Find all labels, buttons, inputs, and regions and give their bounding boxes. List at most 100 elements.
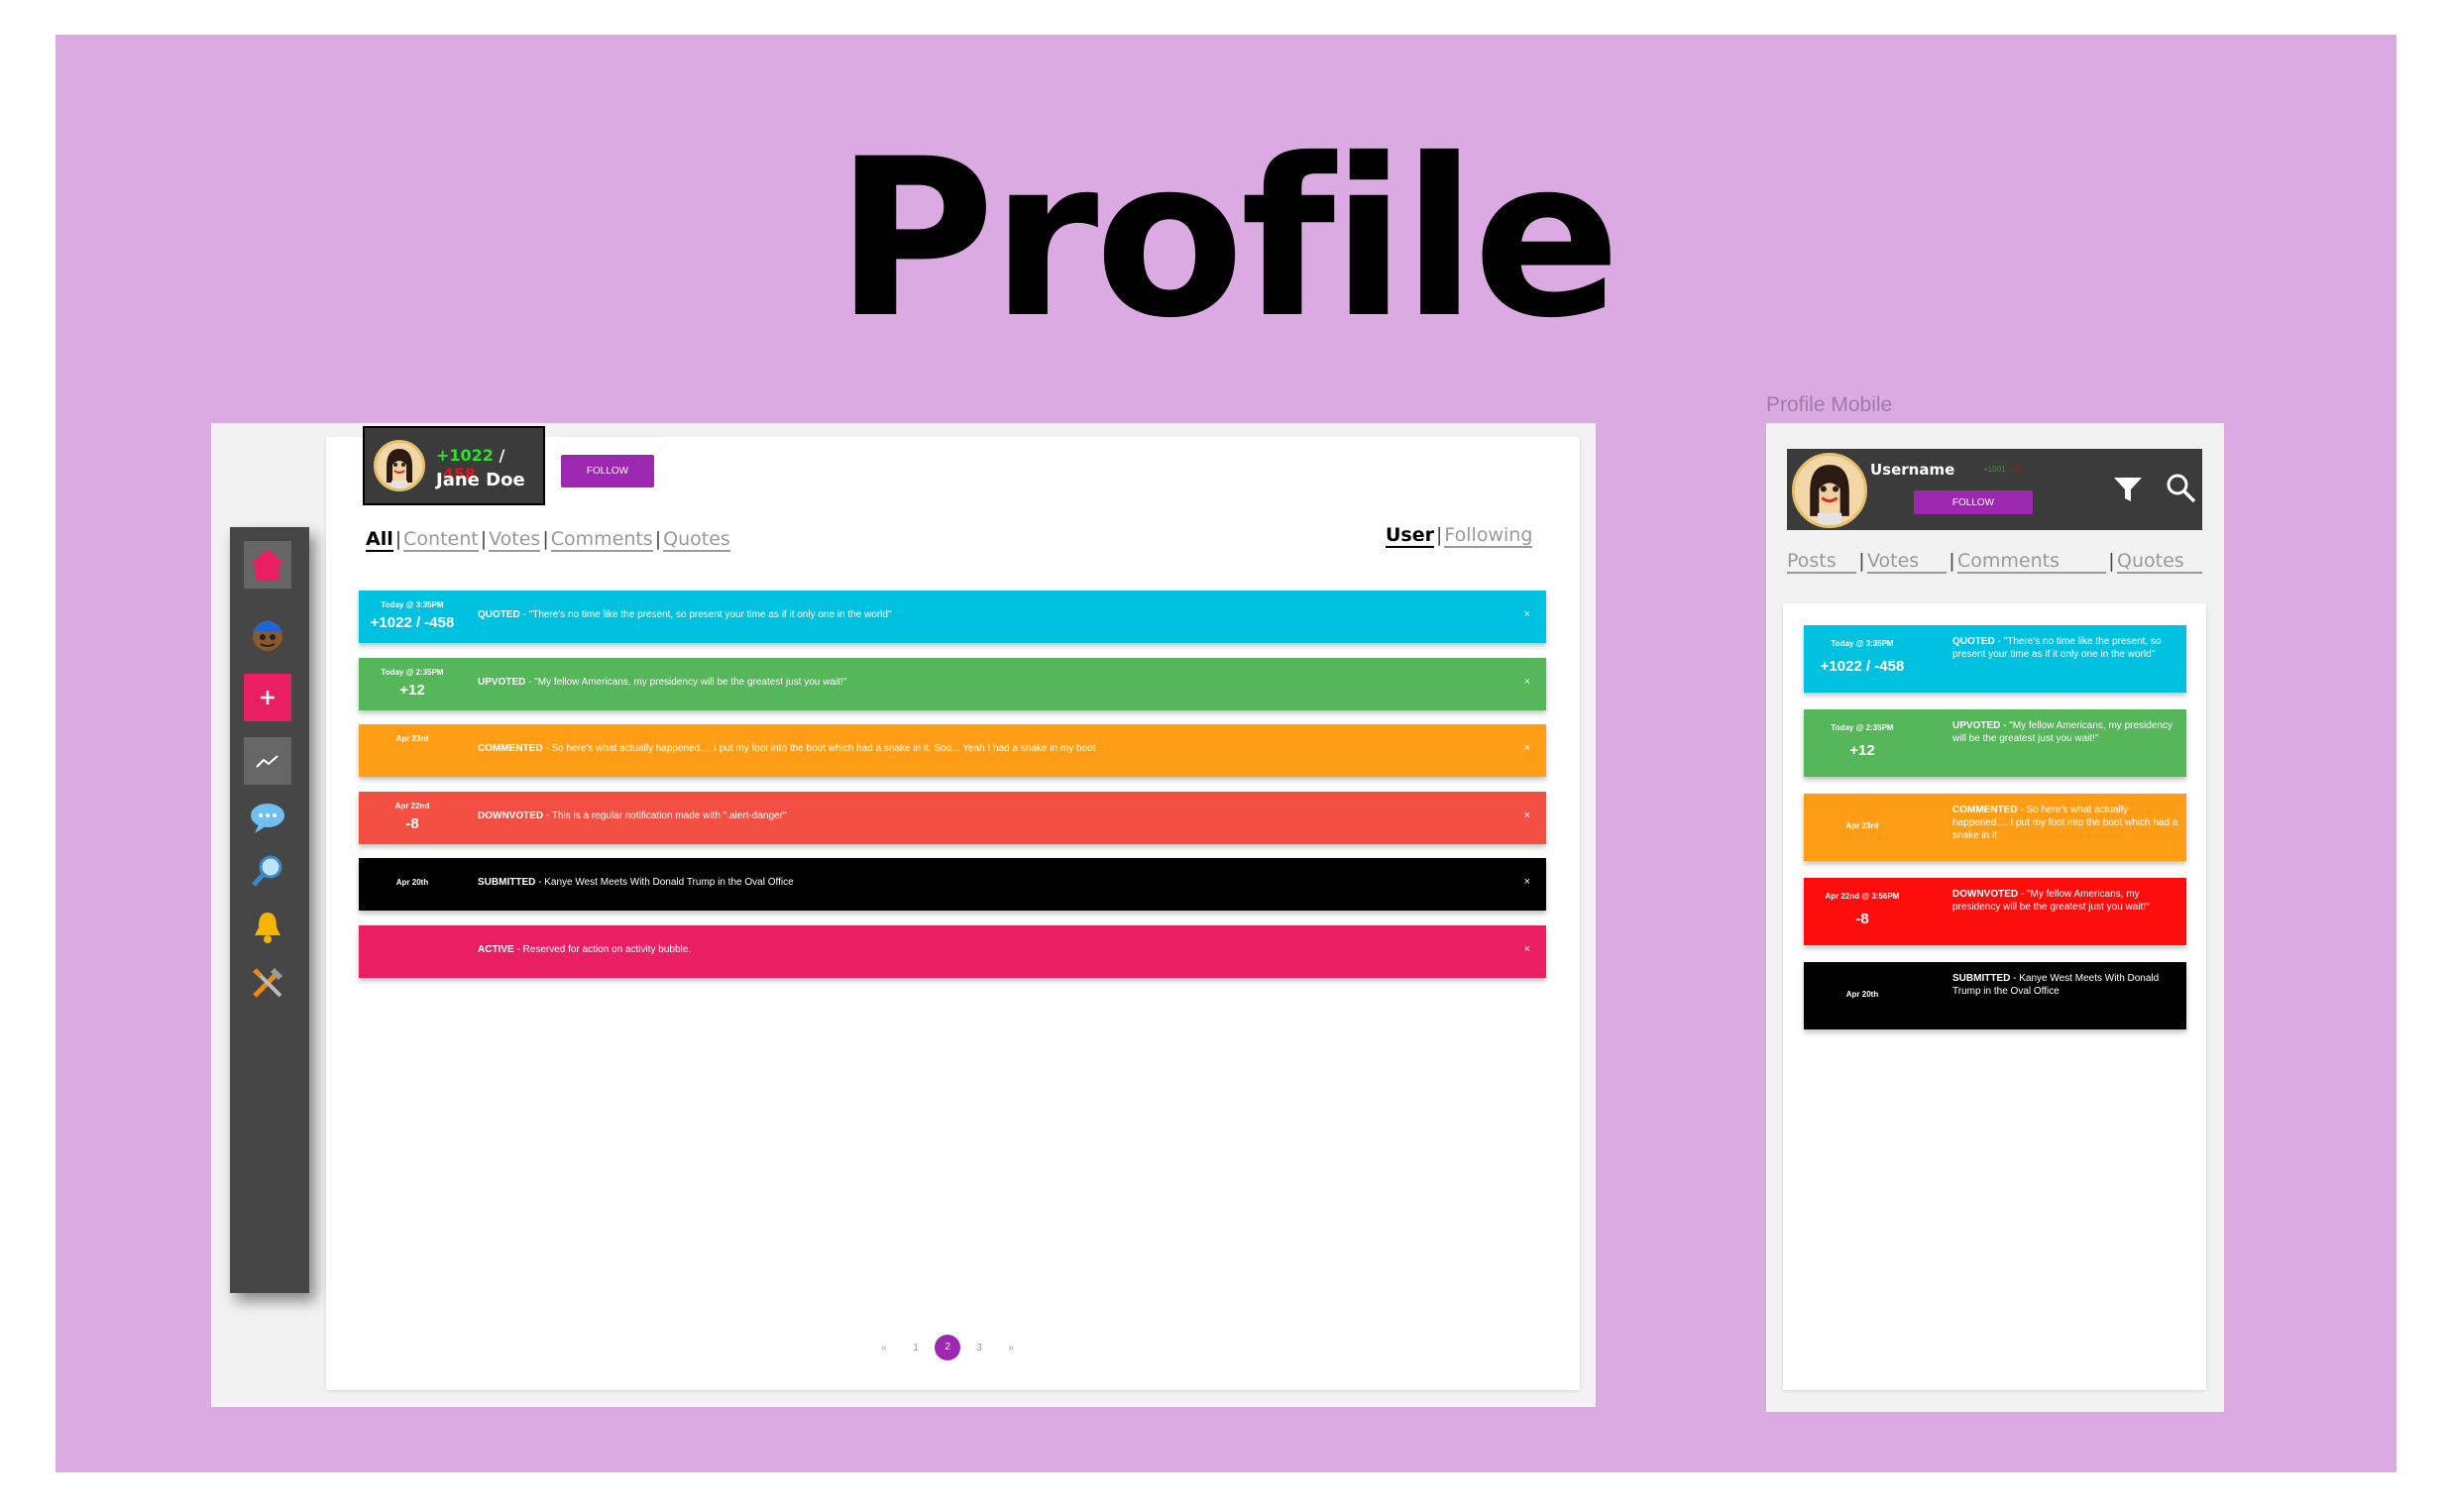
close-icon[interactable]: × xyxy=(1524,876,1530,888)
alert-date: Apr 22nd xyxy=(394,801,430,810)
sidebar xyxy=(230,527,309,1293)
close-icon[interactable]: × xyxy=(1524,810,1530,821)
alert-message: UPVOTED - "My fellow Americans, my presi… xyxy=(478,677,846,688)
close-icon[interactable]: × xyxy=(1524,676,1530,688)
tab-quotes[interactable]: Quotes xyxy=(663,528,730,552)
alert-action: SUBMITTED xyxy=(478,877,536,888)
pagination-current[interactable]: 2 xyxy=(935,1335,960,1360)
bell-icon[interactable] xyxy=(244,904,291,951)
activity-alert[interactable]: Today @ 2:35PM +12 UPVOTED - "My fellow … xyxy=(1804,709,2186,777)
add-icon[interactable] xyxy=(244,674,291,721)
activity-alert[interactable]: Apr 23rd COMMENTED - So here's what actu… xyxy=(359,724,1546,777)
mobile-tabs: Posts | Votes | Comments | Quotes xyxy=(1787,550,2202,574)
tab-votes[interactable]: Votes xyxy=(1867,550,1947,574)
alert-date: Today @ 3:35PM xyxy=(381,600,444,609)
alert-message: UPVOTED - "My fellow Americans, my presi… xyxy=(1952,719,2182,745)
alert-message: SUBMITTED - Kanye West Meets With Donald… xyxy=(1952,972,2182,998)
tab-separator: | xyxy=(2108,550,2115,572)
user-avatar-icon[interactable] xyxy=(244,610,291,658)
home-icon[interactable] xyxy=(244,541,291,589)
search-icon[interactable] xyxy=(2166,473,2197,509)
alert-date: Today @ 3:35PM xyxy=(1831,639,1894,648)
activity-alert[interactable]: Apr 22nd -8 DOWNVOTED - This is a regula… xyxy=(359,791,1546,844)
tab-quotes[interactable]: Quotes xyxy=(2117,550,2202,574)
alert-action: ACTIVE xyxy=(478,943,514,955)
tab-comments[interactable]: Comments xyxy=(1957,550,2106,574)
mobile-header: Username +1001 -500 FOLLOW xyxy=(1787,449,2202,530)
alert-date: Today @ 2:35PM xyxy=(381,667,444,677)
activity-alert[interactable]: Today @ 3:35PM +1022 / -458 QUOTED - "Th… xyxy=(359,591,1546,643)
alert-score: +1022 / -458 xyxy=(1820,658,1905,675)
pagination: « 1 2 3 » xyxy=(868,1335,1027,1360)
activity-alert[interactable]: Apr 20th SUBMITTED - Kanye West Meets Wi… xyxy=(1804,962,2186,1029)
profile-name: Jane Doe xyxy=(436,470,525,490)
alert-date: Apr 22nd @ 3:56PM xyxy=(1825,892,1900,901)
tab-user[interactable]: User xyxy=(1386,524,1434,548)
close-icon[interactable]: × xyxy=(1524,943,1530,955)
follow-button[interactable]: FOLLOW xyxy=(561,455,654,487)
tab-content[interactable]: Content xyxy=(403,528,479,552)
activity-alert[interactable]: Apr 20th SUBMITTED - Kanye West Meets Wi… xyxy=(359,858,1546,911)
tab-all[interactable]: All xyxy=(366,528,393,552)
alert-date: Apr 20th xyxy=(1845,990,1879,999)
alert-date: Apr 20th xyxy=(395,878,429,887)
filter-icon[interactable] xyxy=(2112,475,2144,509)
alert-text: - Reserved for action on activity bubble… xyxy=(513,943,692,955)
pagination-page[interactable]: 1 xyxy=(900,1343,932,1353)
alert-score: +12 xyxy=(1849,742,1875,759)
tab-separator: | xyxy=(654,528,662,550)
activity-list: Today @ 3:35PM +1022 / -458 QUOTED - "Th… xyxy=(359,591,1546,992)
alert-action: DOWNVOTED xyxy=(478,810,544,821)
tab-following[interactable]: Following xyxy=(1444,524,1533,548)
mobile-frame-label: Profile Mobile xyxy=(1766,393,1893,416)
alert-action: SUBMITTED xyxy=(1952,973,2011,984)
mobile-activity-list: Today @ 3:35PM +1022 / -458 QUOTED - "Th… xyxy=(1804,625,2186,1046)
pagination-next[interactable]: » xyxy=(995,1343,1027,1353)
profile-card: +1022 / -458 Jane Doe xyxy=(363,426,545,505)
page-title: Profile xyxy=(835,112,1621,366)
alert-action: DOWNVOTED xyxy=(1952,889,2019,900)
activity-alert[interactable]: ACTIVE - Reserved for action on activity… xyxy=(359,924,1546,978)
tab-separator: | xyxy=(1858,550,1865,572)
alert-action: QUOTED xyxy=(478,609,520,620)
tab-posts[interactable]: Posts xyxy=(1787,550,1856,574)
activity-alert[interactable]: Today @ 2:35PM +12 UPVOTED - "My fellow … xyxy=(359,657,1546,710)
alert-message: QUOTED - "There's no time like the prese… xyxy=(478,609,892,620)
alert-action: QUOTED xyxy=(1952,636,1995,647)
score-separator: / xyxy=(499,446,505,465)
follow-button[interactable]: FOLLOW xyxy=(1914,490,2033,514)
trending-icon[interactable] xyxy=(244,737,291,785)
view-tabs: User | Following xyxy=(1386,524,1533,548)
avatar xyxy=(374,440,425,491)
pagination-page[interactable]: 3 xyxy=(963,1343,995,1353)
alert-date: Today @ 2:35PM xyxy=(1831,723,1894,732)
search-icon[interactable] xyxy=(244,847,291,895)
tab-separator: | xyxy=(542,528,549,550)
alert-action: COMMENTED xyxy=(1952,805,2018,815)
tools-icon[interactable] xyxy=(244,959,291,1007)
activity-alert[interactable]: Apr 23rd COMMENTED - So here's what actu… xyxy=(1804,794,2186,861)
chat-icon[interactable] xyxy=(244,795,291,842)
alert-score: -8 xyxy=(405,814,419,832)
alert-message: QUOTED - "There's no time like the prese… xyxy=(1952,635,2182,661)
alert-score: +1022 / -458 xyxy=(370,614,455,631)
tab-separator: | xyxy=(1436,524,1443,546)
pagination-prev[interactable]: « xyxy=(868,1343,900,1353)
tab-separator: | xyxy=(1949,550,1955,572)
score-negative: -500 xyxy=(2007,465,2024,474)
alert-date: Apr 23rd xyxy=(395,734,429,743)
content-tabs: All | Content | Votes | Comments | Quotes xyxy=(366,528,730,552)
tab-votes[interactable]: Votes xyxy=(489,528,541,552)
alert-message: DOWNVOTED - This is a regular notificati… xyxy=(478,810,786,821)
alert-text: - Kanye West Meets With Donald Trump in … xyxy=(535,877,794,888)
close-icon[interactable]: × xyxy=(1524,608,1530,620)
tab-separator: | xyxy=(480,528,488,550)
alert-score: -8 xyxy=(1855,911,1869,927)
close-icon[interactable]: × xyxy=(1524,742,1530,754)
activity-alert[interactable]: Today @ 3:35PM +1022 / -458 QUOTED - "Th… xyxy=(1804,625,2186,693)
activity-alert[interactable]: Apr 22nd @ 3:56PM -8 DOWNVOTED - "My fel… xyxy=(1804,878,2186,945)
alert-message: COMMENTED - So here's what actually happ… xyxy=(478,743,1095,754)
tab-comments[interactable]: Comments xyxy=(550,528,653,552)
alert-message: DOWNVOTED - "My fellow Americans, my pre… xyxy=(1952,888,2182,914)
tab-separator: | xyxy=(394,528,402,550)
